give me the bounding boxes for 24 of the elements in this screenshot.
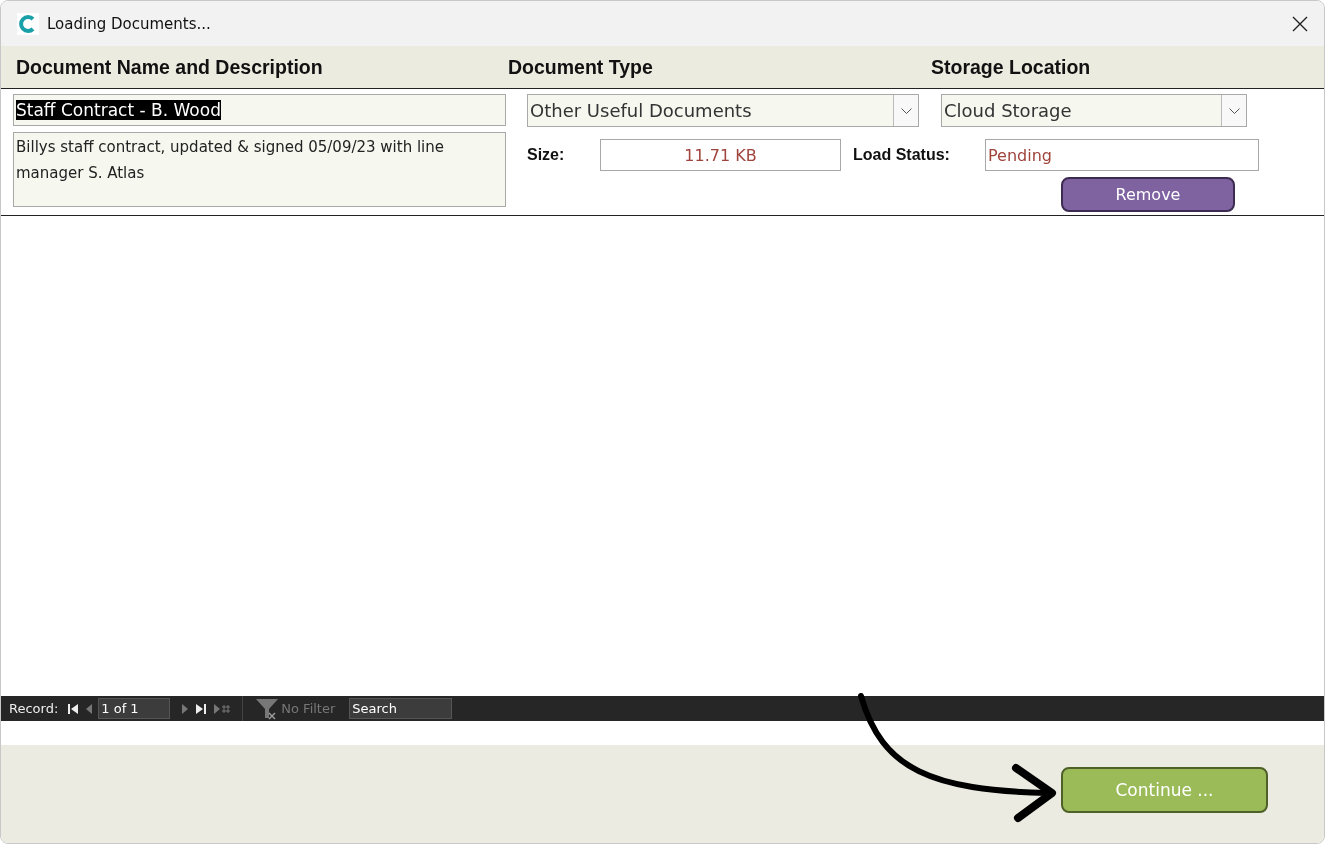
- chevron-down-icon: [900, 107, 912, 114]
- app-logo-icon: [17, 12, 39, 35]
- size-field[interactable]: 11.71 KB: [600, 139, 841, 171]
- last-record-icon: [196, 703, 207, 714]
- new-record-icon: [214, 703, 231, 714]
- previous-record-icon: [86, 703, 93, 714]
- column-header: Document Name and Description: [16, 55, 324, 79]
- chevron-down-icon: [1228, 107, 1240, 114]
- remove-button[interactable]: Remove: [1061, 177, 1235, 212]
- size-label: Size:: [527, 146, 566, 164]
- search-field[interactable]: Search: [349, 698, 453, 719]
- load-status-field[interactable]: Pending: [985, 139, 1259, 171]
- next-record-icon: [182, 703, 189, 714]
- window-title: Loading Documents...: [47, 14, 212, 33]
- record-position-field[interactable]: 1 of 1: [98, 698, 171, 719]
- storage-location-dropdown[interactable]: Cloud Storage: [941, 94, 1247, 127]
- load-status-label: Load Status:: [853, 146, 951, 164]
- document-name-field[interactable]: Staff Contract - B. Wood: [13, 94, 506, 126]
- document-type-dropdown[interactable]: Other Useful Documents: [527, 94, 919, 127]
- column-header: Document Type: [508, 55, 654, 79]
- first-record-icon: [68, 703, 79, 714]
- column-header: Storage Location: [931, 55, 1091, 79]
- description-field[interactable]: Billys staff contract, updated & signed 05/09/23 with line manager S. Atlas: [13, 132, 506, 207]
- record-label: Record:: [9, 701, 59, 716]
